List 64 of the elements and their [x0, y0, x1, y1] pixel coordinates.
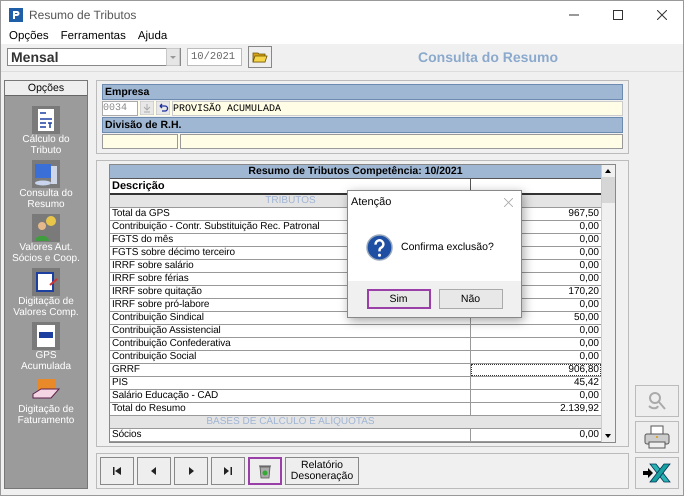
company-name-field[interactable]: PROVISÃO ACUMULADA: [172, 101, 623, 116]
printer-icon: [643, 424, 671, 450]
sidebar-header: Opções: [5, 81, 87, 96]
division-name-field[interactable]: [180, 134, 623, 149]
dialog-title: Atenção: [351, 196, 392, 208]
table-cell[interactable]: 2.139,92: [471, 403, 601, 415]
table-cell: PIS: [110, 377, 471, 389]
period-dropdown[interactable]: Mensal: [7, 48, 181, 66]
computer-icon[interactable]: [32, 160, 60, 188]
table-cell: GRRF: [110, 364, 471, 376]
table-cell: Contribuição Assistencial: [110, 325, 471, 337]
window-title: Resumo de Tributos: [29, 8, 136, 22]
close-icon[interactable]: [657, 10, 667, 20]
menu-item[interactable]: Ajuda: [138, 30, 168, 42]
dropdown-arrow-icon: [166, 48, 180, 66]
navigation-button[interactable]: [211, 457, 245, 485]
maximize-icon[interactable]: [613, 10, 623, 20]
table-cell[interactable]: 0,00: [471, 429, 601, 441]
menu-item[interactable]: Ferramentas: [60, 30, 126, 42]
skip-last-icon: [223, 466, 233, 476]
table-cell: Salário Educação - CAD: [110, 390, 471, 402]
competencia-field[interactable]: 10/2021: [187, 48, 242, 66]
people-icon[interactable]: [32, 214, 60, 242]
page-heading: Consulta do Resumo: [418, 49, 558, 66]
divisao-label: Divisão de R.H.: [102, 117, 623, 133]
table-cell: Contribuição Confederativa: [110, 338, 471, 350]
previous-icon: [149, 466, 159, 476]
print-button[interactable]: [635, 421, 679, 453]
table-cell[interactable]: 906,80: [471, 364, 601, 376]
trash-icon: [258, 463, 272, 479]
table-cell[interactable]: 45,42: [471, 377, 601, 389]
undo-icon[interactable]: [156, 101, 170, 115]
menu-item[interactable]: Opções: [9, 30, 49, 42]
exit-icon: [642, 462, 672, 484]
scrollbar[interactable]: [601, 165, 615, 442]
report-button[interactable]: Relatório Desoneração: [285, 457, 359, 485]
dialog-button[interactable]: Sim: [366, 289, 430, 309]
question-icon: [366, 234, 393, 260]
table-cell: Sócios: [110, 429, 471, 441]
table-cell: Total do Resumo: [110, 403, 471, 415]
edit-icon[interactable]: [32, 268, 60, 296]
app-logo-icon: [9, 8, 23, 22]
delete-button[interactable]: [248, 457, 282, 485]
table-cell[interactable]: 0,00: [471, 325, 601, 337]
folder-icon: [252, 50, 268, 64]
exit-button[interactable]: [635, 457, 679, 489]
empresa-label: Empresa: [102, 84, 623, 100]
table-cell: Contribuição Social: [110, 351, 471, 363]
section-header: BASES DE CÁLCULO E ALÍQUOTAS: [206, 416, 375, 427]
next-icon: [186, 466, 196, 476]
table-cell[interactable]: 0,00: [471, 338, 601, 350]
dialog-button[interactable]: Não: [438, 289, 502, 309]
skip-first-icon: [112, 466, 122, 476]
division-code-field[interactable]: [102, 134, 178, 149]
navigation-button[interactable]: [100, 457, 134, 485]
document-icon[interactable]: [32, 106, 60, 134]
section-header: TRIBUTOS: [265, 195, 316, 206]
company-code-field[interactable]: 0034: [102, 101, 138, 116]
table-cell[interactable]: 0,00: [471, 390, 601, 402]
scroll-thumb[interactable]: [602, 177, 615, 203]
table-cell[interactable]: 0,00: [471, 351, 601, 363]
document-icon[interactable]: [32, 322, 60, 350]
open-folder-button[interactable]: [248, 46, 272, 68]
table-title: Resumo de Tributos Competência: 10/2021: [110, 165, 601, 179]
